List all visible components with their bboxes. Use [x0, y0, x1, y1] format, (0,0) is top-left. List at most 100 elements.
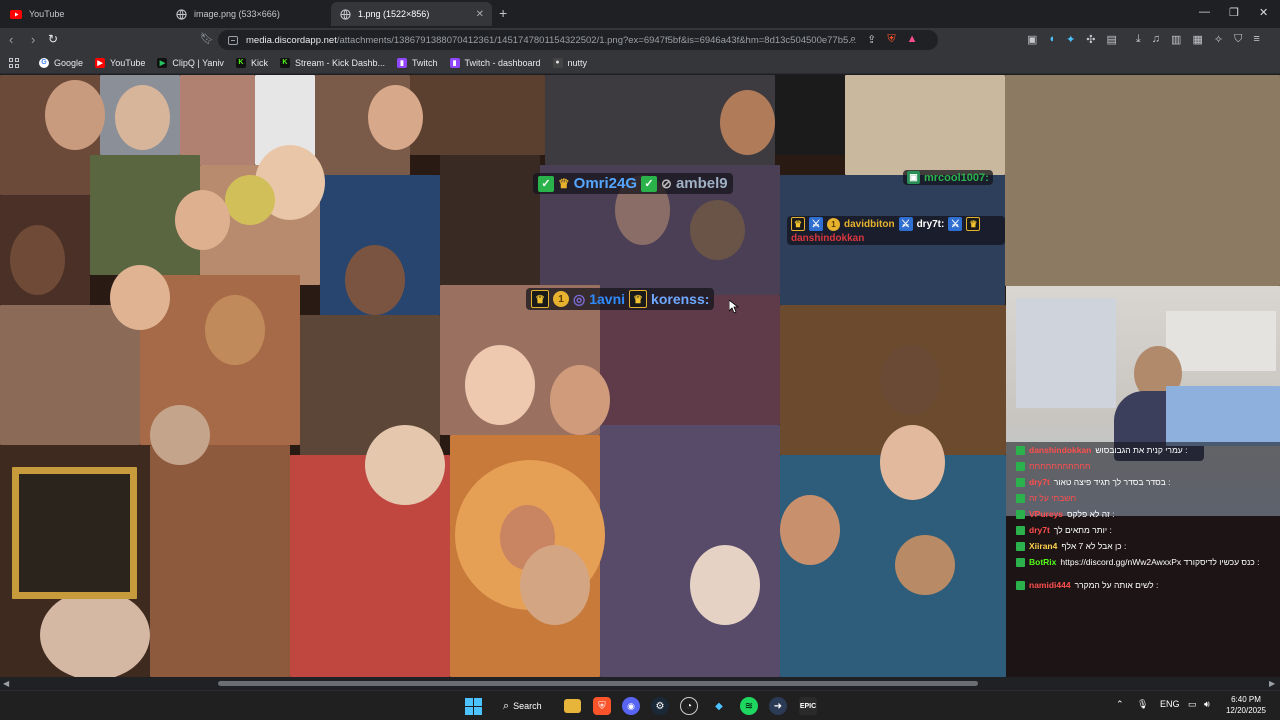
new-tab-button[interactable]: + — [499, 5, 507, 21]
wallet-icon[interactable]: ▦ — [1192, 33, 1202, 46]
globe-icon — [339, 8, 351, 20]
chat-message: חחחחחחחחחחח — [1016, 461, 1091, 471]
github-icon[interactable]: ◔ — [680, 697, 698, 715]
image-viewer[interactable]: ✓ ♛ Omri24G ✓ ⊘ ambel9 ♛ 1 ◎ 1avni ♛ kor… — [0, 75, 1280, 677]
back-button[interactable]: ‹ — [9, 33, 13, 46]
forward-button[interactable]: › — [31, 33, 35, 46]
twitch-icon: ▮ — [449, 57, 460, 68]
sidebar-icon[interactable]: ▥ — [1171, 33, 1181, 46]
clock-date: 12/20/2025 — [1225, 706, 1267, 715]
google-icon: G — [39, 57, 49, 68]
show-hidden-icons-icon[interactable]: ⌃ — [1116, 699, 1124, 710]
app-diamond-icon[interactable]: ◆ — [710, 697, 728, 715]
discord-icon[interactable]: ◉ — [622, 697, 640, 715]
tab-label: YouTube — [29, 9, 65, 19]
bookmark-youtube[interactable]: ▶ YouTube — [95, 57, 146, 68]
kick-icon: K — [279, 57, 290, 68]
vpn-icon[interactable]: ⛉ — [1234, 33, 1242, 46]
chat-message: dry7t יותר מתאים לך : — [1016, 525, 1112, 535]
scrollbar-thumb[interactable] — [218, 681, 978, 686]
chat-message: חשבתי על זה — [1016, 493, 1076, 503]
chat-username: davidbiton — [844, 218, 895, 230]
horizontal-scrollbar[interactable]: ◀ ▶ — [0, 677, 1280, 690]
close-window-button[interactable]: ✕ — [1259, 6, 1268, 19]
bookmark-label: nutty — [567, 57, 588, 68]
extensions-puzzle-icon[interactable]: ✣ — [1086, 33, 1095, 46]
address-bar[interactable]: media.discordapp.net/attachments/1386791… — [218, 30, 938, 50]
tab-youtube[interactable]: YouTube — [2, 2, 167, 26]
browser-toolbar: ‹ › ↻ 🔖︎ media.discordapp.net/attachment… — [0, 28, 1280, 52]
link-icon: ⊘ — [661, 175, 672, 191]
tab-label: 1.png (1522×856) — [358, 9, 430, 19]
chat-overlay-chip-4: ♛ ⚔ 1 davidbiton ⚔ dry7t: ⚔ ♛ danshindok… — [787, 216, 1005, 245]
epic-games-icon[interactable]: EPIC — [799, 697, 817, 715]
bookmark-kick-dashboard[interactable]: K Stream - Kick Dashb... — [279, 57, 385, 68]
steam-icon[interactable]: ⚙ — [651, 697, 669, 715]
app-arrow-icon[interactable]: ➜ — [769, 697, 787, 715]
windows-start-icon[interactable] — [464, 697, 482, 715]
chat-username: 1avni — [589, 291, 626, 307]
brave-rewards-icon[interactable]: ▲ — [907, 33, 918, 46]
brave-shield-icon[interactable]: ⛨ — [887, 33, 895, 46]
tab-image-png[interactable]: image.png (533×666) — [167, 2, 330, 26]
bookmark-kick[interactable]: K Kick — [235, 57, 268, 68]
bookmark-nutty[interactable]: ● nutty — [552, 57, 588, 68]
tab-1-png[interactable]: 1.png (1522×856) ✕ — [331, 2, 492, 26]
bookmark-twitch[interactable]: ▮ Twitch — [396, 57, 438, 68]
leo-ai-icon[interactable]: ✧ — [1214, 33, 1223, 46]
chat-username: mrcool1007: — [924, 171, 989, 184]
taskbar-search-button[interactable]: ⌕ Search — [496, 696, 554, 716]
crown-icon: ♛ — [531, 290, 549, 308]
verified-badge-icon: ✓ — [538, 175, 554, 192]
bookmark-twitch-dashboard[interactable]: ▮ Twitch - dashboard — [449, 57, 541, 68]
bookmark-clipq[interactable]: ▶ ClipQ | Yaniv — [157, 57, 224, 68]
chat-overlay-chip-3: ▣ mrcool1007: — [903, 170, 993, 185]
url-host: media.discordapp.net — [246, 34, 337, 46]
language-indicator[interactable]: ENG — [1160, 699, 1180, 709]
bookmark-label: Stream - Kick Dashb... — [294, 57, 385, 68]
extension-1-icon[interactable]: ▣ — [1027, 33, 1037, 46]
file-explorer-icon[interactable] — [564, 699, 581, 713]
kick-icon: K — [235, 57, 246, 68]
sword-badge-icon: ⚔ — [948, 217, 963, 231]
extension-2-icon[interactable]: ◖ — [1048, 33, 1055, 46]
site-info-icon[interactable] — [228, 35, 238, 45]
spotify-icon[interactable]: ≋ — [740, 697, 758, 715]
extension-4-icon[interactable]: ▤ — [1107, 33, 1117, 46]
media-icon[interactable]: ♫ — [1152, 33, 1160, 46]
extension-3-icon[interactable]: ✦ — [1066, 33, 1075, 46]
zoom-icon[interactable]: ⌕ — [850, 33, 856, 46]
scroll-right-icon[interactable]: ▶ — [1269, 679, 1275, 688]
url-text: media.discordapp.net/attachments/1386791… — [246, 35, 856, 46]
reload-button[interactable]: ↻ — [48, 33, 58, 46]
sub-badge-icon: ◎ — [573, 290, 586, 307]
bookmark-google[interactable]: G Google — [39, 57, 83, 68]
brave-browser-icon[interactable]: ⛨ — [593, 697, 611, 715]
taskbar-clock[interactable]: 6:40 PM 12/20/2025 — [1222, 694, 1270, 716]
windows-taskbar: ⌕ Search ⛨ ◉ ⚙ ◔ ◆ ≋ ➜ EPIC ⌃ 🎙︎ ENG ▭ 🔊… — [0, 690, 1280, 720]
clock-time: 6:40 PM — [1231, 695, 1261, 704]
menu-icon[interactable]: ≡ — [1253, 33, 1259, 46]
network-icon[interactable]: ▭ — [1188, 699, 1197, 710]
download-icon[interactable]: ⤓ — [1136, 33, 1141, 46]
crown-icon: ♛ — [791, 217, 805, 231]
twitch-icon: ▮ — [396, 57, 407, 68]
chat-message: VPureys זה לא פלקס : — [1016, 509, 1115, 519]
volume-icon[interactable]: 🔊︎ — [1204, 699, 1210, 710]
share-icon[interactable]: ⇪ — [867, 33, 876, 46]
chat-overlay-chip-2: ♛ 1 ◎ 1avni ♛ korenss: — [526, 288, 715, 310]
microphone-icon[interactable]: 🎙︎ — [1137, 699, 1148, 710]
crown-icon: ♛ — [629, 290, 648, 308]
coin-badge-icon: 1 — [553, 291, 569, 307]
bookmark-icon[interactable]: 🔖︎ — [200, 33, 214, 46]
sword-badge-icon: ⚔ — [809, 217, 823, 231]
bookmarks-bar: G Google ▶ YouTube ▶ ClipQ | Yaniv K Kic… — [0, 52, 1280, 74]
chat-message: danshindokkan עמרי קנית את הגבובסוש : — [1016, 445, 1188, 455]
scroll-left-icon[interactable]: ◀ — [3, 679, 9, 688]
bookmark-label: Kick — [250, 57, 268, 68]
close-tab-icon[interactable]: ✕ — [476, 9, 484, 20]
bookmark-label: YouTube — [110, 57, 146, 68]
restore-button[interactable]: ❐ — [1229, 6, 1239, 19]
apps-grid-icon[interactable] — [9, 57, 19, 68]
minimize-button[interactable]: — — [1199, 6, 1210, 18]
